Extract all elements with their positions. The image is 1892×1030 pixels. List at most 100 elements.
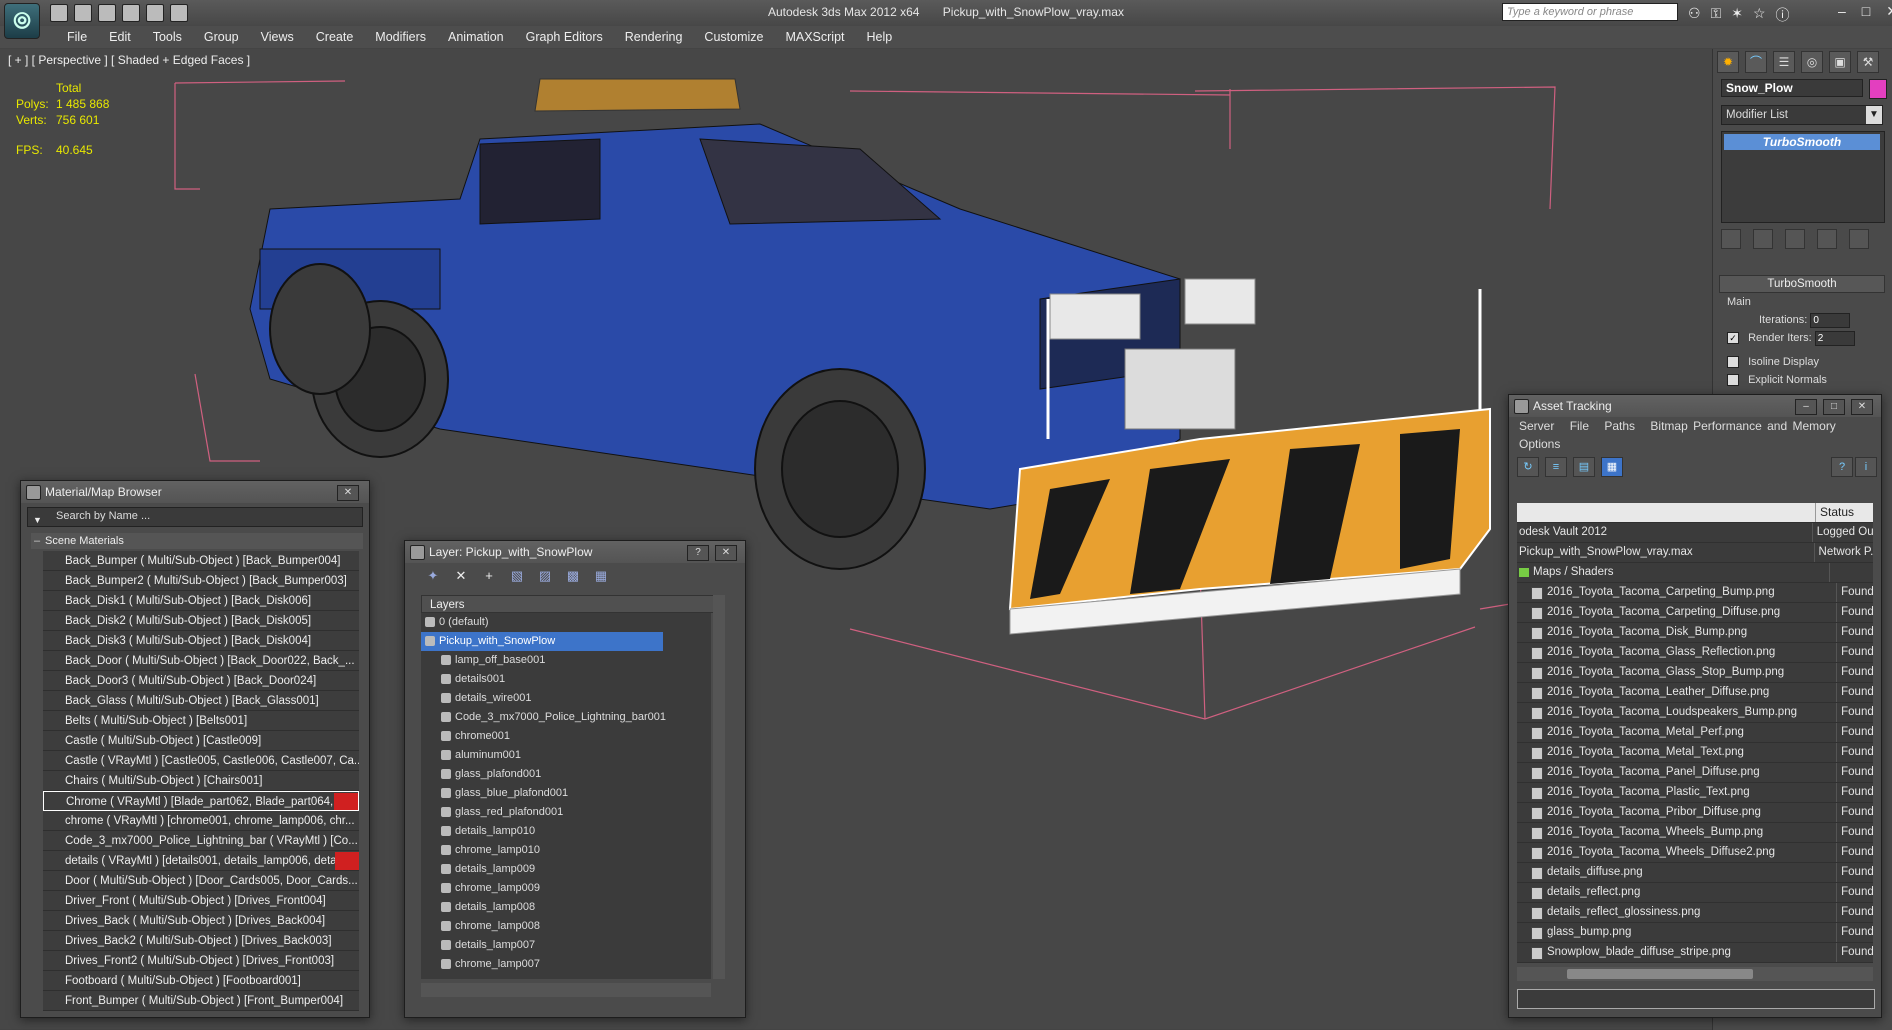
layer-object-row[interactable]: details001	[421, 670, 711, 689]
asset-row[interactable]: 2016_Toyota_Tacoma_Glass_Reflection.png F…	[1517, 643, 1873, 663]
menu-group[interactable]: Group	[193, 26, 250, 48]
asset-row[interactable]: Snowplow_blade_diffuse_stripe.png Found	[1517, 943, 1873, 963]
asset-row[interactable]: 2016_Toyota_Tacoma_Plastic_Text.png Found	[1517, 783, 1873, 803]
layer-row[interactable]: 0 (default)	[421, 613, 711, 632]
material-item[interactable]: Back_Door ( Multi/Sub-Object ) [Back_Doo…	[43, 651, 359, 671]
layer-object-row[interactable]: chrome_lamp009	[421, 879, 711, 898]
refresh-icon[interactable]: ↻	[1517, 457, 1539, 477]
layer-object-row[interactable]: chrome_lamp007	[421, 955, 711, 974]
asset-row[interactable]: 2016_Toyota_Tacoma_Metal_Perf.png Found	[1517, 723, 1873, 743]
iterations-spinner[interactable]: 0	[1810, 312, 1851, 328]
material-item[interactable]: Code_3_mx7000_Police_Lightning_bar ( VRa…	[43, 831, 359, 851]
menu-tools[interactable]: Tools	[142, 26, 193, 48]
asset-menu-file[interactable]: File	[1570, 419, 1589, 433]
stack-item-turbosmooth[interactable]: TurboSmooth	[1724, 134, 1880, 150]
select-layer-objects-icon[interactable]: ▧	[509, 569, 525, 583]
layer-horizontal-scrollbar[interactable]	[421, 983, 711, 997]
configure-sets-icon[interactable]	[1849, 229, 1869, 249]
material-item[interactable]: Castle ( Multi/Sub-Object ) [Castle009]	[43, 731, 359, 751]
material-item[interactable]: Back_Disk1 ( Multi/Sub-Object ) [Back_Di…	[43, 591, 359, 611]
material-item[interactable]: chrome ( VRayMtl ) [chrome001, chrome_la…	[43, 811, 359, 831]
asset-menu-options[interactable]: Options	[1509, 435, 1881, 453]
table-view-icon[interactable]: ▦	[1601, 457, 1623, 477]
asset-row[interactable]: 2016_Toyota_Tacoma_Loudspeakers_Bump.png…	[1517, 703, 1873, 723]
material-item[interactable]: details ( VRayMtl ) [details001, details…	[43, 851, 359, 871]
list-view-icon[interactable]: ≡	[1545, 457, 1567, 477]
layers-column-header[interactable]: Layers	[421, 595, 719, 613]
triangle-down-icon[interactable]: ▼	[33, 512, 42, 529]
menu-file[interactable]: File	[56, 26, 98, 48]
close-icon[interactable]: ✕	[1851, 399, 1873, 415]
render-iters-spinner[interactable]: 2	[1814, 330, 1855, 346]
material-item[interactable]: Drives_Front2 ( Multi/Sub-Object ) [Driv…	[43, 951, 359, 971]
asset-menu-server[interactable]: Server	[1519, 419, 1554, 433]
asset-tracking-titlebar[interactable]: Asset Tracking – □ ✕	[1509, 395, 1881, 417]
create-tab-icon[interactable]: ✹	[1717, 51, 1739, 73]
asset-row[interactable]: 2016_Toyota_Tacoma_Leather_Diffuse.png Fo…	[1517, 683, 1873, 703]
thumbnail-view-icon[interactable]: ▤	[1573, 457, 1595, 477]
layer-object-row[interactable]: glass_red_plafond001	[421, 803, 711, 822]
modifier-list-dropdown[interactable]: Modifier List ▼	[1721, 105, 1883, 125]
remove-modifier-icon[interactable]	[1817, 229, 1837, 249]
menu-create[interactable]: Create	[305, 26, 365, 48]
material-item[interactable]: Back_Bumper ( Multi/Sub-Object ) [Back_B…	[43, 551, 359, 571]
material-search-input[interactable]: ▼ Search by Name ...	[27, 507, 363, 527]
minimize-icon[interactable]: –	[1838, 3, 1846, 20]
asset-row[interactable]: details_diffuse.png Found	[1517, 863, 1873, 883]
material-item[interactable]: Drives_Back ( Multi/Sub-Object ) [Drives…	[43, 911, 359, 931]
delete-layer-icon[interactable]: ✕	[453, 569, 469, 583]
layer-object-row[interactable]: chrome_lamp010	[421, 841, 711, 860]
layer-object-row[interactable]: glass_blue_plafond001	[421, 784, 711, 803]
motion-tab-icon[interactable]: ◎	[1801, 51, 1823, 73]
close-icon[interactable]: ✕	[1886, 3, 1892, 20]
highlight-layer-icon[interactable]: ▨	[537, 569, 553, 583]
material-item[interactable]: Front_Bumper ( Multi/Sub-Object ) [Front…	[43, 991, 359, 1011]
material-item[interactable]: Chrome ( VRayMtl ) [Blade_part062, Blade…	[43, 791, 359, 811]
minimize-icon[interactable]: –	[1795, 399, 1817, 415]
layer-object-row[interactable]: details_lamp007	[421, 936, 711, 955]
asset-row[interactable]: 2016_Toyota_Tacoma_Panel_Diffuse.png Foun…	[1517, 763, 1873, 783]
utilities-tab-icon[interactable]: ⚒	[1857, 51, 1879, 73]
material-item[interactable]: Drives_Back2 ( Multi/Sub-Object ) [Drive…	[43, 931, 359, 951]
help-icon[interactable]: ?	[1831, 457, 1853, 477]
asset-row[interactable]: 2016_Toyota_Tacoma_Wheels_Diffuse2.png Fo…	[1517, 843, 1873, 863]
star-icon[interactable]: ☆	[1753, 5, 1766, 25]
material-item[interactable]: Back_Disk3 ( Multi/Sub-Object ) [Back_Di…	[43, 631, 359, 651]
menu-customize[interactable]: Customize	[693, 26, 774, 48]
layer-row[interactable]: Pickup_with_SnowPlow	[421, 632, 663, 651]
menu-rendering[interactable]: Rendering	[614, 26, 694, 48]
menu-help[interactable]: Help	[856, 26, 904, 48]
material-item[interactable]: Back_Bumper2 ( Multi/Sub-Object ) [Back_…	[43, 571, 359, 591]
layer-object-row[interactable]: chrome_lamp008	[421, 917, 711, 936]
material-item[interactable]: Back_Disk2 ( Multi/Sub-Object ) [Back_Di…	[43, 611, 359, 631]
key-icon[interactable]: ⚿	[1711, 5, 1722, 25]
maximize-icon[interactable]: □	[1862, 3, 1870, 20]
asset-row[interactable]: glass_bump.png Found	[1517, 923, 1873, 943]
binoculars-icon[interactable]: ⚇	[1688, 5, 1701, 25]
layer-vertical-scrollbar[interactable]	[713, 595, 725, 979]
object-name-field[interactable]: Snow_Plow	[1721, 79, 1863, 97]
help-icon[interactable]: ?	[687, 545, 709, 561]
layer-object-row[interactable]: glass_plafond001	[421, 765, 711, 784]
asset-row[interactable]: 2016_Toyota_Tacoma_Disk_Bump.png Found	[1517, 623, 1873, 643]
asset-row[interactable]: details_reflect_glossiness.png Found	[1517, 903, 1873, 923]
pin-stack-icon[interactable]	[1721, 229, 1741, 249]
menu-maxscript[interactable]: MAXScript	[774, 26, 855, 48]
close-icon[interactable]: ✕	[337, 485, 359, 501]
asset-row[interactable]: 2016_Toyota_Tacoma_Pribor_Diffuse.png Fou…	[1517, 803, 1873, 823]
make-unique-icon[interactable]	[1785, 229, 1805, 249]
layer-object-row[interactable]: lamp_off_base001	[421, 651, 711, 670]
help-icon[interactable]: ⓘ	[1776, 5, 1790, 25]
maximize-icon[interactable]: □	[1823, 399, 1845, 415]
asset-row[interactable]: 2016_Toyota_Tacoma_Metal_Text.png Found	[1517, 743, 1873, 763]
isoline-display-checkbox[interactable]	[1727, 356, 1739, 369]
object-color-swatch[interactable]	[1869, 79, 1887, 99]
info-icon[interactable]: i	[1855, 457, 1877, 477]
modify-tab-icon[interactable]: ⌒	[1745, 51, 1767, 73]
material-item[interactable]: Driver_Front ( Multi/Sub-Object ) [Drive…	[43, 891, 359, 911]
asset-row[interactable]: 2016_Toyota_Tacoma_Carpeting_Bump.png Fou…	[1517, 583, 1873, 603]
menu-edit[interactable]: Edit	[98, 26, 142, 48]
menu-modifiers[interactable]: Modifiers	[364, 26, 437, 48]
asset-row[interactable]: 2016_Toyota_Tacoma_Carpeting_Diffuse.png…	[1517, 603, 1873, 623]
layer-object-row[interactable]: aluminum001	[421, 746, 711, 765]
